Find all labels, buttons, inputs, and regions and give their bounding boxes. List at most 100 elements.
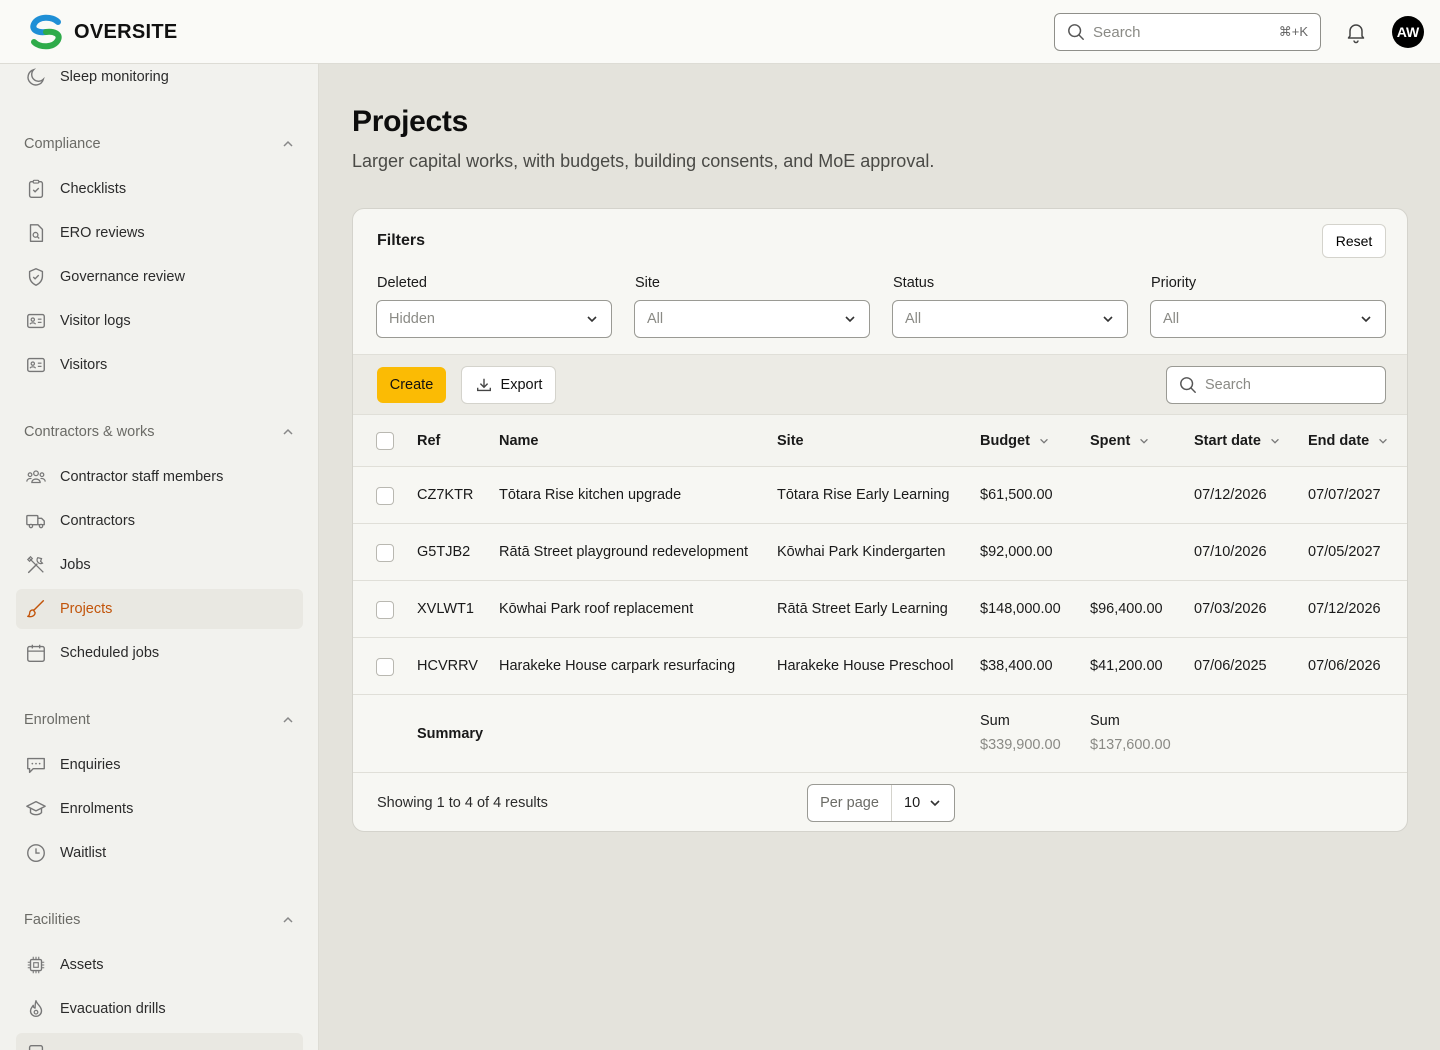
top-bar: OVERSITE Search ⌘+K AW bbox=[0, 0, 1440, 64]
site-filter-select[interactable]: All bbox=[634, 300, 870, 338]
table-row[interactable]: XVLWT1 Kōwhai Park roof replacement Rātā… bbox=[353, 581, 1407, 638]
section-title: Enrolment bbox=[24, 712, 91, 728]
cell-ref: CZ7KTR bbox=[417, 487, 474, 503]
sidebar-item-projects[interactable]: Projects bbox=[16, 589, 303, 629]
table-toolbar: Create Export Search bbox=[353, 354, 1407, 415]
cell-end-date: 07/07/2027 bbox=[1308, 487, 1381, 503]
sidebar-item-visitor-logs[interactable]: Visitor logs bbox=[16, 301, 303, 341]
status-filter-select[interactable]: All bbox=[892, 300, 1128, 338]
sidebar-item-label: Contractor staff members bbox=[60, 469, 224, 485]
sidebar-item-ero-reviews[interactable]: ERO reviews bbox=[16, 213, 303, 253]
notifications-button[interactable] bbox=[1344, 20, 1368, 49]
global-search-input[interactable]: Search ⌘+K bbox=[1054, 13, 1321, 51]
chip-icon bbox=[24, 953, 48, 977]
pagination-summary: Showing 1 to 4 of 4 results bbox=[377, 795, 548, 811]
sidebar-item-label: Jobs bbox=[60, 557, 91, 573]
sidebar-item-label: ERO reviews bbox=[60, 225, 145, 241]
section-compliance[interactable]: Compliance bbox=[24, 136, 295, 152]
sidebar-item-label: Enrolments bbox=[60, 801, 134, 817]
chevron-down-icon bbox=[845, 316, 855, 323]
sidebar-item-contractor-staff-members[interactable]: Contractor staff members bbox=[16, 457, 303, 497]
cell-ref: XVLWT1 bbox=[417, 601, 474, 617]
table-search-input[interactable]: Search bbox=[1166, 366, 1386, 404]
table-row[interactable]: G5TJB2 Rātā Street playground redevelopm… bbox=[353, 524, 1407, 581]
cell-spent: $41,200.00 bbox=[1090, 658, 1163, 674]
cell-start-date: 07/06/2025 bbox=[1194, 658, 1267, 674]
export-button[interactable]: Export bbox=[461, 366, 556, 404]
sidebar-item-jobs[interactable]: Jobs bbox=[16, 545, 303, 585]
summary-label: Summary bbox=[417, 726, 484, 742]
cell-site: Kōwhai Park Kindergarten bbox=[777, 544, 946, 560]
create-button[interactable]: Create bbox=[377, 367, 446, 403]
priority-filter-select[interactable]: All bbox=[1150, 300, 1386, 338]
user-avatar[interactable]: AW bbox=[1392, 16, 1424, 48]
truck-icon bbox=[24, 509, 48, 533]
per-page-value-select[interactable]: 10 bbox=[892, 795, 954, 811]
shield-check-icon bbox=[24, 265, 48, 289]
sidebar-item-enquiries[interactable]: Enquiries bbox=[16, 745, 303, 785]
chevron-down-icon bbox=[1040, 438, 1048, 444]
row-checkbox[interactable] bbox=[376, 658, 394, 676]
sidebar-item-label: Contractors bbox=[60, 513, 135, 529]
sidebar-item-partial[interactable] bbox=[16, 1033, 303, 1050]
cell-name: Rātā Street playground redevelopment bbox=[499, 544, 749, 560]
column-header-spent[interactable]: Spent bbox=[1090, 433, 1150, 449]
sidebar-item-label: Enquiries bbox=[60, 757, 121, 773]
brand-logo[interactable]: OVERSITE bbox=[28, 14, 178, 50]
select-all-checkbox[interactable] bbox=[376, 432, 394, 450]
select-value: All bbox=[647, 311, 664, 327]
section-facilities[interactable]: Facilities bbox=[24, 912, 295, 928]
chevron-up-icon bbox=[283, 428, 293, 435]
filters-title: Filters bbox=[377, 232, 426, 249]
column-header-ref: Ref bbox=[417, 433, 441, 449]
tools-icon bbox=[24, 553, 48, 577]
sidebar-item-label: Sleep monitoring bbox=[60, 69, 169, 85]
filter-label-priority: Priority bbox=[1151, 275, 1197, 291]
row-checkbox[interactable] bbox=[376, 601, 394, 619]
brand-name: OVERSITE bbox=[74, 20, 178, 43]
column-header-end-date[interactable]: End date bbox=[1308, 433, 1389, 449]
cell-end-date: 07/05/2027 bbox=[1308, 544, 1381, 560]
sidebar-item-label: Governance review bbox=[60, 269, 185, 285]
chevron-down-icon bbox=[1103, 316, 1113, 323]
sidebar-item-assets[interactable]: Assets bbox=[16, 945, 303, 985]
sidebar-item-visitors[interactable]: Visitors bbox=[16, 345, 303, 385]
sidebar-item-sleep-monitoring[interactable]: Sleep monitoring bbox=[16, 64, 303, 97]
sidebar-item-scheduled-jobs[interactable]: Scheduled jobs bbox=[16, 633, 303, 673]
table-row[interactable]: CZ7KTR Tōtara Rise kitchen upgrade Tōtar… bbox=[353, 467, 1407, 524]
cell-budget: $61,500.00 bbox=[980, 487, 1053, 503]
oversite-logo-icon bbox=[30, 14, 62, 50]
chevron-down-icon bbox=[1379, 438, 1388, 444]
table-row[interactable]: HCVRRV Harakeke House carpark resurfacin… bbox=[353, 638, 1407, 695]
sidebar-item-contractors[interactable]: Contractors bbox=[16, 501, 303, 541]
column-header-budget[interactable]: Budget bbox=[980, 433, 1050, 449]
chevron-down-icon bbox=[1361, 316, 1371, 323]
cell-start-date: 07/12/2026 bbox=[1194, 487, 1267, 503]
reset-filters-button[interactable]: Reset bbox=[1322, 224, 1386, 258]
sidebar-item-waitlist[interactable]: Waitlist bbox=[16, 833, 303, 873]
section-enrolment[interactable]: Enrolment bbox=[24, 712, 295, 728]
search-placeholder: Search bbox=[1093, 23, 1141, 41]
moon-icon bbox=[24, 65, 48, 89]
sidebar-item-checklists[interactable]: Checklists bbox=[16, 169, 303, 209]
deleted-filter-select[interactable]: Hidden bbox=[376, 300, 612, 338]
row-checkbox[interactable] bbox=[376, 544, 394, 562]
sidebar-item-governance-review[interactable]: Governance review bbox=[16, 257, 303, 297]
cell-spent: $96,400.00 bbox=[1090, 601, 1163, 617]
cell-ref: G5TJB2 bbox=[417, 544, 471, 560]
section-contractors-works[interactable]: Contractors & works bbox=[24, 424, 295, 440]
sidebar-item-enrolments[interactable]: Enrolments bbox=[16, 789, 303, 829]
per-page-select[interactable]: Per page 10 bbox=[807, 784, 955, 822]
sidebar-item-label: Assets bbox=[60, 957, 104, 973]
cell-budget: $38,400.00 bbox=[980, 658, 1053, 674]
chevron-down-icon bbox=[930, 800, 940, 807]
document-search-icon bbox=[24, 221, 48, 245]
column-header-start-date[interactable]: Start date bbox=[1194, 433, 1281, 449]
cell-name: Harakeke House carpark resurfacing bbox=[499, 658, 736, 674]
row-checkbox[interactable] bbox=[376, 487, 394, 505]
chevron-up-icon bbox=[283, 716, 293, 723]
table-summary-row: Summary Sum $339,900.00 Sum $137,600.00 bbox=[353, 695, 1407, 773]
spent-sum-heading: Sum bbox=[1090, 713, 1120, 729]
sidebar-item-label: Waitlist bbox=[60, 845, 107, 861]
sidebar-item-evacuation-drills[interactable]: Evacuation drills bbox=[16, 989, 303, 1029]
